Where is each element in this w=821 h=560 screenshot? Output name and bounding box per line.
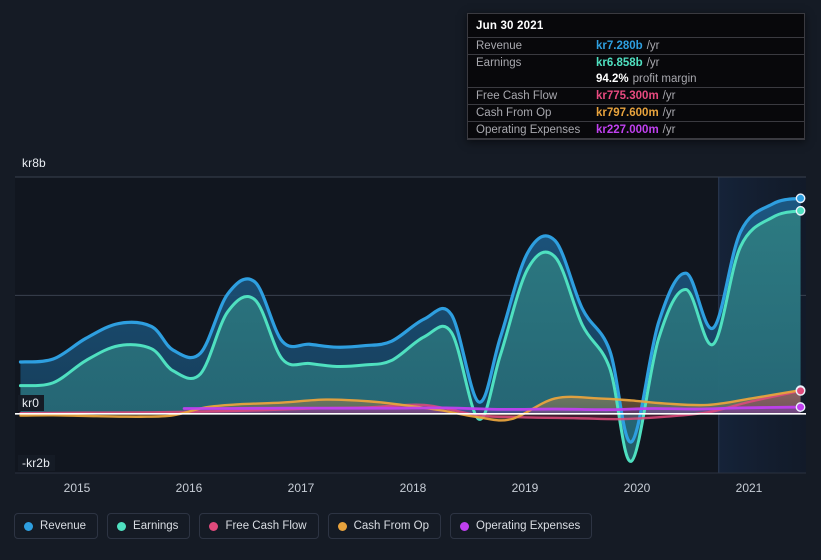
legend-item-label: Cash From Op <box>353 520 430 532</box>
x-axis-label: 2018 <box>399 481 427 495</box>
tooltip-row-value: 94.2% <box>596 73 629 85</box>
x-axis-label: 2015 <box>63 481 91 495</box>
legend-color-dot <box>209 521 219 531</box>
tooltip-row-label: Cash From Op <box>476 107 552 119</box>
x-axis-label: 2017 <box>287 481 315 495</box>
tooltip-row: Free Cash Flow kr775.300m/yr <box>468 87 804 104</box>
tooltip-row: Revenue kr7.280b/yr <box>468 37 804 54</box>
legend-item-cash-from-op[interactable]: Cash From Op <box>327 513 442 539</box>
tooltip-row-label: Revenue <box>476 40 523 52</box>
tooltip-row-unit: profit margin <box>632 73 697 85</box>
tooltip-row-label: Free Cash Flow <box>476 90 558 102</box>
tooltip-row: Cash From Op kr797.600m/yr <box>468 104 804 121</box>
tooltip-row-value-group: kr775.300m/yr <box>596 90 675 102</box>
legend-item-label: Earnings <box>133 520 179 532</box>
tooltip-row-value: kr227.000m <box>596 124 659 136</box>
tooltip-date: Jun 30 2021 <box>476 20 544 32</box>
tooltip-row: Earnings kr6.858b/yr <box>468 54 804 71</box>
legend-color-dot <box>24 521 33 531</box>
legend-item-earnings[interactable]: Earnings <box>107 513 191 539</box>
x-axis-label: 2019 <box>511 481 539 495</box>
y-axis-label: kr8b <box>18 155 51 171</box>
tooltip-row-value: kr7.280b <box>596 40 643 52</box>
legend-item-label: Free Cash Flow <box>225 520 307 532</box>
chart-legend[interactable]: Revenue Earnings Free Cash Flow Cash From O… <box>14 513 593 539</box>
tooltip-row-unit: /yr <box>646 57 660 69</box>
y-axis-label: kr0 <box>18 395 44 411</box>
legend-color-dot <box>460 521 470 531</box>
legend-color-dot <box>117 521 127 531</box>
x-axis-label: 2021 <box>735 481 763 495</box>
financial-chart-page: kr8b kr0 -kr2b 2015 2016 2017 2018 2019 2020 202… <box>0 0 821 560</box>
x-axis-label: 2016 <box>175 481 203 495</box>
tooltip-row-unit: /yr <box>646 40 660 52</box>
x-axis-label: 2020 <box>623 481 651 495</box>
tooltip-rows: Revenue kr7.280b/yr Earnings kr6.858b/yr 94.… <box>468 37 804 138</box>
tooltip-row-value-group: kr227.000m/yr <box>596 124 675 136</box>
tooltip-row-value-group: kr7.280b/yr <box>596 40 659 52</box>
tooltip-bottom-divider <box>468 138 804 139</box>
legend-color-dot <box>337 521 347 531</box>
tooltip-row: Operating Expenses kr227.000m/yr <box>468 121 804 138</box>
tooltip-row-value-group: kr6.858b/yr <box>596 57 659 69</box>
tooltip-row-value: kr6.858b <box>596 57 643 69</box>
tooltip-row: 94.2% profit margin <box>468 71 804 87</box>
legend-item-operating-expenses[interactable]: Operating Expenses <box>450 513 593 539</box>
legend-item-label: Operating Expenses <box>476 520 581 532</box>
tooltip-row-unit: /yr <box>662 107 676 119</box>
y-axis-label: -kr2b <box>18 455 55 471</box>
tooltip-row-label: Operating Expenses <box>476 124 581 136</box>
legend-item-revenue[interactable]: Revenue <box>14 513 99 539</box>
tooltip-row-value-group: kr797.600m/yr <box>596 107 675 119</box>
chart-tooltip: Jun 30 2021 Revenue kr7.280b/yr Earnings kr… <box>467 13 805 140</box>
tooltip-row-unit: /yr <box>662 90 676 102</box>
tooltip-row-value: kr797.600m <box>596 107 659 119</box>
tooltip-row-value-group: 94.2% profit margin <box>596 73 697 85</box>
legend-item-free-cash-flow[interactable]: Free Cash Flow <box>199 513 319 539</box>
tooltip-row-value: kr775.300m <box>596 90 659 102</box>
tooltip-row-unit: /yr <box>662 124 676 136</box>
legend-item-label: Revenue <box>40 520 87 532</box>
tooltip-row-label: Earnings <box>476 57 522 69</box>
